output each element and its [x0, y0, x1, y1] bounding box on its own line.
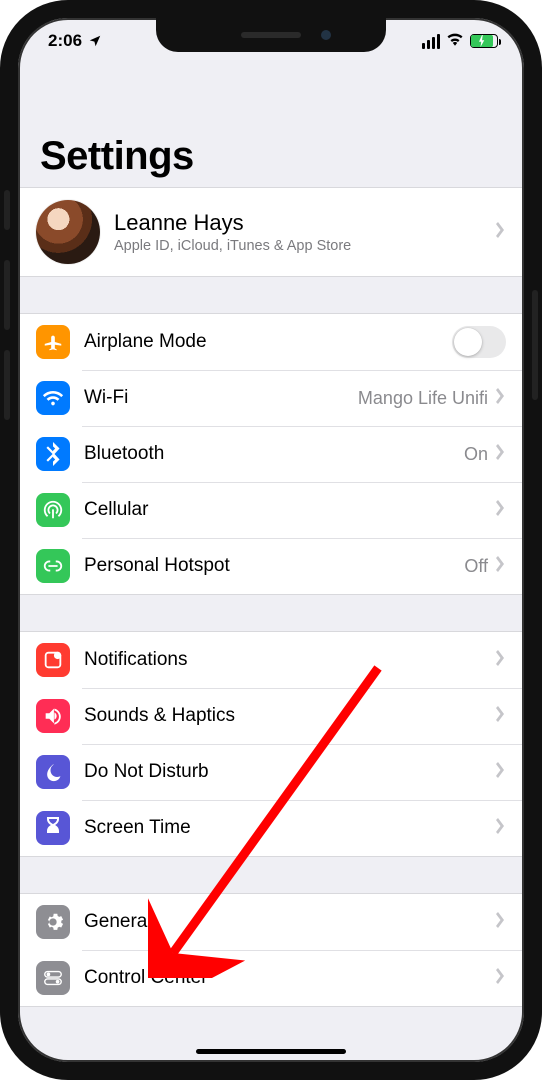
wifi-row[interactable]: Wi-Fi Mango Life Unifi — [18, 370, 524, 426]
device-power-button — [532, 290, 538, 400]
screentime-label: Screen Time — [84, 817, 496, 839]
avatar — [36, 200, 100, 264]
location-arrow-icon — [88, 34, 102, 48]
device-volume-down — [4, 350, 10, 420]
battery-charging-icon — [470, 34, 498, 48]
alerts-group: Notifications Sounds & Haptics Do Not Di… — [18, 631, 524, 857]
device-silence-switch — [4, 190, 10, 230]
profile-subtitle: Apple ID, iCloud, iTunes & App Store — [114, 238, 496, 254]
dnd-row[interactable]: Do Not Disturb — [18, 744, 524, 800]
hotspot-label: Personal Hotspot — [84, 555, 464, 577]
chevron-right-icon — [496, 706, 506, 727]
notifications-row[interactable]: Notifications — [18, 632, 524, 688]
airplane-mode-switch[interactable] — [452, 326, 506, 358]
system-group: General Control Center — [18, 893, 524, 1007]
control-center-label: Control Center — [84, 967, 496, 989]
chevron-right-icon — [496, 650, 506, 671]
device-volume-up — [4, 260, 10, 330]
sounds-row[interactable]: Sounds & Haptics — [18, 688, 524, 744]
title-area: Settings — [18, 64, 524, 187]
group-gap — [18, 595, 524, 631]
status-right — [422, 31, 498, 51]
chevron-right-icon — [496, 818, 506, 839]
airplane-mode-label: Airplane Mode — [84, 331, 452, 353]
wifi-settings-icon — [36, 381, 70, 415]
screentime-row[interactable]: Screen Time — [18, 800, 524, 856]
chevron-right-icon — [496, 556, 506, 577]
airplane-mode-row[interactable]: Airplane Mode — [18, 314, 524, 370]
notifications-icon — [36, 643, 70, 677]
general-row[interactable]: General — [18, 894, 524, 950]
cellular-signal-icon — [422, 34, 440, 49]
page-title: Settings — [40, 134, 502, 179]
wifi-icon — [446, 31, 464, 51]
status-left: 2:06 — [48, 31, 102, 51]
apple-id-row[interactable]: Leanne Hays Apple ID, iCloud, iTunes & A… — [18, 188, 524, 276]
moon-icon — [36, 755, 70, 789]
bluetooth-icon — [36, 437, 70, 471]
chevron-right-icon — [496, 388, 506, 409]
group-gap — [18, 277, 524, 313]
chevron-right-icon — [496, 444, 506, 465]
chevron-right-icon — [496, 222, 506, 243]
toggles-icon — [36, 961, 70, 995]
bluetooth-label: Bluetooth — [84, 443, 464, 465]
bluetooth-value: On — [464, 444, 488, 465]
control-center-row[interactable]: Control Center — [18, 950, 524, 1006]
gear-icon — [36, 905, 70, 939]
home-indicator[interactable] — [196, 1049, 346, 1054]
hotspot-row[interactable]: Personal Hotspot Off — [18, 538, 524, 594]
wifi-label: Wi-Fi — [84, 387, 358, 409]
profile-group: Leanne Hays Apple ID, iCloud, iTunes & A… — [18, 187, 524, 277]
hourglass-icon — [36, 811, 70, 845]
sounds-label: Sounds & Haptics — [84, 705, 496, 727]
notifications-label: Notifications — [84, 649, 496, 671]
status-time: 2:06 — [48, 31, 82, 51]
cellular-row[interactable]: Cellular — [18, 482, 524, 538]
profile-name: Leanne Hays — [114, 210, 496, 236]
screen: 2:06 Settings Leanne H — [18, 18, 524, 1062]
wifi-value: Mango Life Unifi — [358, 388, 488, 409]
airplane-icon — [36, 325, 70, 359]
general-label: General — [84, 911, 496, 933]
chevron-right-icon — [496, 968, 506, 989]
device-notch — [156, 18, 386, 52]
chevron-right-icon — [496, 500, 506, 521]
hotspot-icon — [36, 549, 70, 583]
bluetooth-row[interactable]: Bluetooth On — [18, 426, 524, 482]
chevron-right-icon — [496, 762, 506, 783]
group-gap — [18, 857, 524, 893]
connectivity-group: Airplane Mode Wi-Fi Mango Life Unifi Blu… — [18, 313, 524, 595]
sounds-icon — [36, 699, 70, 733]
dnd-label: Do Not Disturb — [84, 761, 496, 783]
cellular-icon — [36, 493, 70, 527]
chevron-right-icon — [496, 912, 506, 933]
cellular-label: Cellular — [84, 499, 496, 521]
hotspot-value: Off — [464, 556, 488, 577]
